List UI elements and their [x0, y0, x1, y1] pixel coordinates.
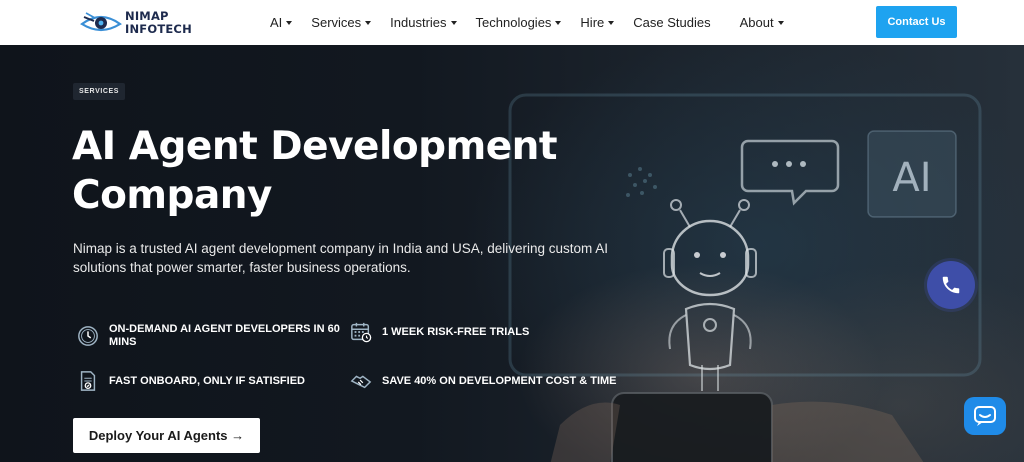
feature-label: FAST ONBOARD, ONLY IF SATISFIED: [109, 374, 305, 387]
nav-label: Case Studies: [633, 15, 711, 30]
nav-label: AI: [270, 15, 283, 30]
hero-section: AI SERVICES AI Agent Development Company…: [0, 45, 1024, 462]
page-title: AI Agent Development Company: [72, 122, 632, 220]
title-line-1: AI Agent Development: [72, 124, 558, 169]
chevron-down-icon: [608, 21, 615, 25]
nav-item-technologies[interactable]: Technologies: [476, 15, 562, 30]
logo[interactable]: NIMAP INFOTECH: [80, 8, 192, 38]
chevron-down-icon: [777, 21, 784, 25]
eye-logo-icon: [80, 12, 122, 32]
nav-label: Services: [311, 15, 362, 30]
call-button[interactable]: [927, 261, 975, 309]
feature-item: 1 WEEK RISK-FREE TRIALS: [350, 321, 610, 343]
nav-item-industries[interactable]: Industries: [390, 15, 457, 30]
nav-label: Industries: [390, 15, 447, 30]
feature-label: 1 WEEK RISK-FREE TRIALS: [382, 325, 530, 338]
phone-icon: [942, 276, 960, 294]
chevron-down-icon: [365, 21, 372, 25]
logo-text: NIMAP INFOTECH: [125, 10, 192, 36]
nav-item-hire[interactable]: Hire: [580, 15, 615, 30]
logo-line2: INFOTECH: [125, 22, 192, 36]
chevron-down-icon: [286, 21, 293, 25]
handshake-icon: [350, 375, 372, 389]
feature-label: SAVE 40% ON DEVELOPMENT COST & TIME: [382, 374, 617, 387]
contact-us-button[interactable]: Contact Us: [876, 6, 957, 38]
feature-item: FAST ONBOARD, ONLY IF SATISFIED: [77, 370, 347, 392]
ai-tile-text: AI: [892, 155, 931, 201]
deploy-ai-agents-button[interactable]: Deploy Your AI Agents →: [73, 418, 260, 453]
feature-item: SAVE 40% ON DEVELOPMENT COST & TIME: [350, 370, 630, 392]
chat-icon: [974, 406, 996, 426]
nav-item-ai[interactable]: AI: [270, 15, 293, 30]
chat-button[interactable]: [964, 397, 1006, 435]
document-check-icon: [80, 371, 96, 391]
nav-item-case-studies[interactable]: Case Studies: [633, 15, 710, 30]
clock-icon: [78, 326, 98, 346]
feature-label: ON-DEMAND AI AGENT DEVELOPERS IN 60 MINS: [109, 323, 340, 348]
services-badge: SERVICES: [73, 83, 126, 100]
site-header: NIMAP INFOTECH AI Services Industries Te…: [0, 0, 1024, 45]
nav-label: Hire: [580, 15, 605, 30]
main-nav: AI Services Industries Technologies Hire…: [270, 0, 803, 45]
nav-label: Technologies: [475, 15, 552, 30]
chevron-down-icon: [555, 21, 562, 25]
nav-label: About: [739, 15, 774, 30]
nav-item-services[interactable]: Services: [311, 15, 372, 30]
title-line-2: Company: [72, 173, 272, 218]
chevron-down-icon: [450, 21, 457, 25]
hero-description: Nimap is a trusted AI agent development …: [73, 241, 609, 275]
nav-item-about[interactable]: About: [740, 15, 784, 30]
feature-item: ON-DEMAND AI AGENT DEVELOPERS IN 60 MINS: [77, 323, 347, 349]
calendar-icon: [351, 322, 372, 343]
